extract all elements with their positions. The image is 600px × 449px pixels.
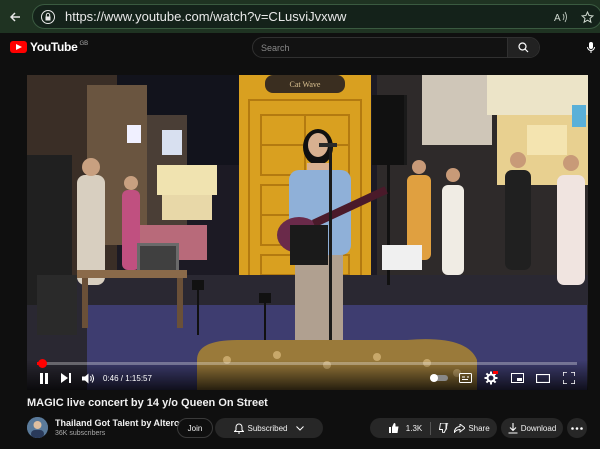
svg-text:A: A — [554, 13, 561, 23]
join-button[interactable]: Join — [177, 418, 213, 438]
settings-gear-icon[interactable] — [480, 369, 502, 387]
subtitles-icon[interactable] — [454, 369, 476, 387]
progress-bar[interactable] — [37, 359, 577, 368]
url-text[interactable]: https://www.youtube.com/watch?v=CLusviJv… — [65, 9, 346, 24]
more-actions-button[interactable] — [567, 418, 587, 438]
lock-icon[interactable] — [37, 4, 59, 29]
thumbs-up-icon — [388, 423, 399, 433]
download-button[interactable]: Download — [501, 418, 563, 438]
theater-mode-icon[interactable] — [532, 369, 554, 387]
chevron-down-icon — [295, 425, 304, 431]
miniplayer-icon[interactable] — [506, 369, 528, 387]
youtube-play-logo-icon — [10, 41, 27, 53]
address-bar[interactable]: https://www.youtube.com/watch?v=CLusviJv… — [32, 4, 600, 29]
share-label: Share — [468, 423, 490, 433]
fullscreen-icon[interactable] — [558, 369, 580, 387]
pause-icon[interactable] — [33, 369, 55, 387]
time-display: 0:46 / 1:15:57 — [103, 373, 152, 383]
channel-avatar[interactable] — [27, 417, 48, 438]
subscribed-label: Subscribed — [247, 423, 288, 433]
read-aloud-icon[interactable]: A — [553, 9, 569, 25]
search-icon — [518, 42, 529, 53]
autoplay-toggle-icon[interactable] — [428, 369, 450, 387]
more-horizontal-icon — [571, 426, 583, 430]
favorite-star-icon[interactable] — [579, 9, 595, 25]
share-button[interactable]: Share — [447, 418, 497, 438]
channel-name[interactable]: Thailand Got Talent by Altero — [55, 418, 180, 428]
channel-name-text: Thailand Got Talent by Altero — [55, 418, 180, 428]
browser-toolbar: https://www.youtube.com/watch?v=CLusviJv… — [0, 0, 600, 33]
like-count: 1.3K — [405, 423, 423, 433]
search-box — [252, 37, 540, 58]
url-scheme: https:// — [65, 9, 105, 24]
subscribed-button[interactable]: Subscribed — [215, 418, 323, 438]
back-arrow-icon[interactable] — [0, 0, 32, 33]
youtube-wordmark: YouTube — [30, 40, 78, 54]
like-button[interactable]: 1.3K — [381, 418, 430, 438]
youtube-logo[interactable]: YouTube GB — [10, 40, 88, 54]
stage-sign-text: Cat Wave — [290, 80, 321, 89]
subscriber-count: 36K subscribers — [55, 430, 106, 437]
current-time: 0:46 — [103, 373, 119, 383]
region-code: GB — [79, 40, 89, 47]
video-title: MAGIC live concert by 14 y/o Queen On St… — [27, 397, 268, 409]
bell-icon — [234, 422, 245, 433]
share-arrow-icon — [454, 423, 466, 433]
video-meta-row: Thailand Got Talent by Altero 36K subscr… — [27, 416, 591, 440]
progress-scrubber[interactable] — [38, 359, 48, 368]
search-button[interactable] — [507, 38, 539, 57]
duration: 1:15:57 — [125, 373, 152, 383]
search-input[interactable] — [253, 38, 507, 57]
microphone-icon[interactable] — [585, 41, 597, 55]
volume-icon[interactable] — [77, 369, 99, 387]
url-host: www.youtube.com — [104, 9, 210, 24]
url-path: /watch?v=CLusviJvxww — [209, 9, 347, 24]
download-icon — [508, 422, 518, 434]
video-player[interactable]: Cat Wave 0:46 / 1:15:57 — [27, 75, 588, 390]
download-label: Download — [520, 423, 557, 433]
player-controls: 0:46 / 1:15:57 — [27, 359, 588, 390]
video-frame: Cat Wave — [27, 75, 588, 390]
youtube-header: YouTube GB — [0, 33, 600, 63]
next-video-icon[interactable] — [55, 369, 77, 387]
